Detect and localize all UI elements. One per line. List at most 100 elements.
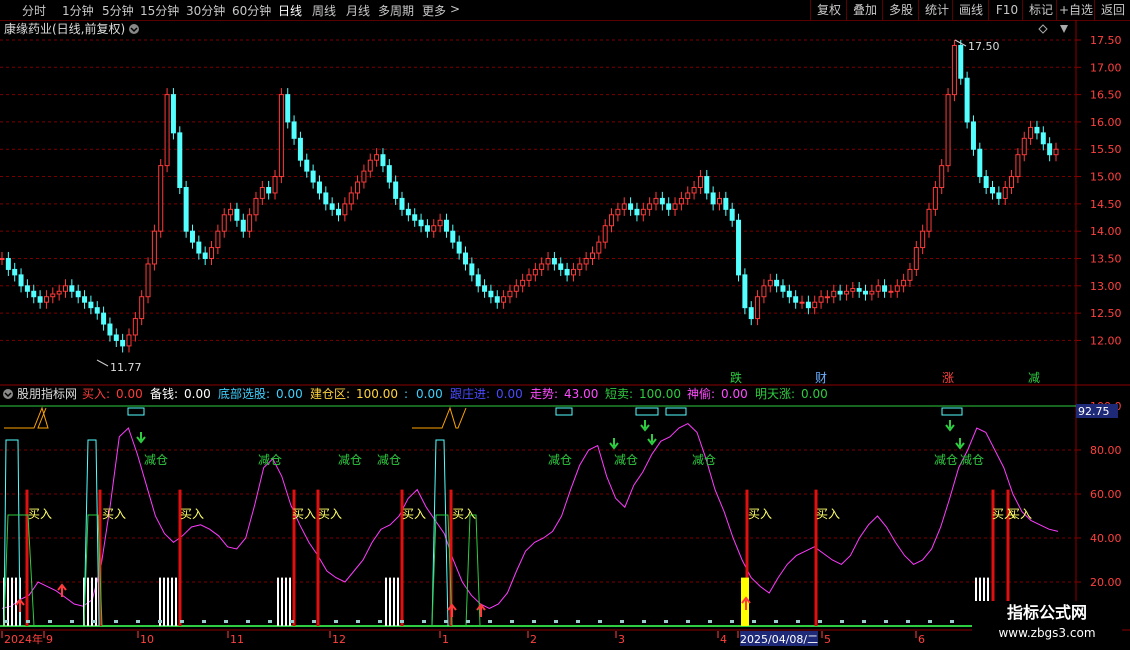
candle-body <box>920 230 926 249</box>
bottom-tick <box>224 620 228 623</box>
indicator-grid <box>0 449 1076 583</box>
candle-body <box>494 296 500 303</box>
chart-area: 买入 买入 买入 买入 买入 买入 买入 买入 买入 买入买入减仓 减仓 减仓 减仓 减仓 减仓 减仓 减仓 减仓… <box>0 20 1130 646</box>
indicator-param-value: 100.00 <box>639 387 681 401</box>
toolbar-button-8[interactable]: 返回 <box>1094 0 1130 20</box>
reduce-label: 减仓 <box>614 453 638 467</box>
bottom-tick <box>246 620 250 623</box>
top-marker-box <box>665 407 687 416</box>
candle-body <box>50 293 56 298</box>
toolbar-button-7[interactable]: +自选 <box>1056 0 1095 20</box>
candle-body <box>697 176 703 188</box>
candle-body <box>189 230 195 243</box>
candle-body <box>774 279 780 287</box>
buy-label: 买入 <box>1008 507 1032 521</box>
candle-body <box>602 225 608 243</box>
date-label: 4 <box>720 633 727 646</box>
reduce-label: 减仓 <box>144 453 168 467</box>
reduce-label: 减仓 <box>338 453 362 467</box>
indicator-param-value: 0.00 <box>416 387 443 401</box>
buy-label: 买入 <box>102 507 126 521</box>
candle-body <box>386 165 392 183</box>
price-tick-label: 16.50 <box>1090 89 1122 102</box>
price-tick-label: 15.50 <box>1090 143 1122 156</box>
toolbar-button-0[interactable]: 复权 <box>810 0 847 20</box>
candle-body <box>716 197 722 205</box>
reduce-label: 减仓 <box>258 453 282 467</box>
candle-body <box>367 159 373 172</box>
bottom-tick <box>180 620 184 623</box>
candle-body <box>482 285 488 292</box>
tab-timeframe-1[interactable]: 1分钟 <box>62 2 94 19</box>
tab-timeframe-0[interactable]: 分时 <box>22 2 46 19</box>
bottom-tick <box>334 620 338 623</box>
candle-body <box>56 290 62 295</box>
tab-timeframe-7[interactable]: 周线 <box>312 2 336 19</box>
candle-body <box>323 192 329 205</box>
candle-body <box>856 288 862 292</box>
candle-body <box>1021 137 1027 156</box>
event-marker-fall[interactable]: 跌 <box>730 370 742 385</box>
candle-body <box>456 241 462 254</box>
toolbar-button-3[interactable]: 统计 <box>918 0 955 20</box>
diamond-icon[interactable] <box>1038 24 1048 34</box>
buy-label: 买入 <box>28 507 52 521</box>
candle-body <box>564 268 570 276</box>
candle-body <box>939 165 945 188</box>
candle-body <box>863 290 869 295</box>
low-label-leader <box>96 359 109 367</box>
candle-body <box>1028 126 1034 139</box>
bottom-tick <box>664 620 668 623</box>
date-label: 2024年 <box>4 632 43 646</box>
candle-body <box>894 285 900 292</box>
tab-timeframe-4[interactable]: 30分钟 <box>186 2 225 19</box>
tab-timeframe-3[interactable]: 15分钟 <box>140 2 179 19</box>
candle-body <box>964 77 970 123</box>
toolbar-button-4[interactable]: 画线 <box>952 0 989 20</box>
price-axis: 17.50 17.00 16.50 16.00 15.50 15.00 14.50 14.00… <box>1076 34 1122 347</box>
date-label: 2025/04/08/二 <box>740 633 818 646</box>
indicator-param-label: 底部选股: <box>218 386 270 401</box>
event-marker-reduce[interactable]: 减 <box>1028 371 1040 385</box>
event-marker-rise[interactable]: 涨 <box>942 370 954 385</box>
candle-body <box>736 219 742 276</box>
tab-timeframe-8[interactable]: 月线 <box>346 2 370 19</box>
toolbar-button-2[interactable]: 多股 <box>882 0 919 20</box>
bottom-tick <box>620 620 624 623</box>
more-arrow-icon[interactable]: > <box>450 2 460 16</box>
candle-body <box>170 94 176 134</box>
tab-timeframe-2[interactable]: 5分钟 <box>102 2 134 19</box>
tab-timeframe-9[interactable]: 多周期 <box>378 2 414 19</box>
reduce-label: 减仓 <box>960 453 984 467</box>
bottom-tick <box>356 620 360 623</box>
toolbar-button-6[interactable]: 标记 <box>1022 0 1059 20</box>
chevron-down-icon[interactable] <box>3 389 13 399</box>
date-label: 11 <box>230 633 244 646</box>
event-marker-finance[interactable]: 财 <box>815 371 827 385</box>
candle-body <box>221 214 227 232</box>
tab-timeframe-6[interactable]: 日线 <box>278 2 302 19</box>
triangle-down-icon[interactable] <box>1060 25 1068 33</box>
candle-body <box>120 339 126 347</box>
indicator-param-value: 0.00 <box>116 387 143 401</box>
candle-body <box>520 279 526 287</box>
date-label: 1 <box>442 633 449 646</box>
candle-body <box>507 290 513 298</box>
date-label: 9 <box>46 633 53 646</box>
bottom-tick <box>466 620 470 623</box>
candle-body <box>183 186 189 232</box>
candle-body <box>748 307 754 320</box>
candle-body <box>951 44 957 96</box>
candle-body <box>463 252 469 265</box>
toolbar-button-5[interactable]: F10 <box>988 0 1025 20</box>
chevron-down-icon[interactable] <box>129 24 139 34</box>
sell-arrow-icon <box>609 438 619 450</box>
tab-timeframe-10[interactable]: 更多 <box>422 2 446 19</box>
reduce-label: 减仓 <box>548 453 572 467</box>
candle-body <box>761 285 767 298</box>
toolbar-button-1[interactable]: 叠加 <box>846 0 883 20</box>
stock-title: 康缘药业(日线,前复权) <box>4 21 125 36</box>
candle-body <box>291 121 297 139</box>
tab-timeframe-5[interactable]: 60分钟 <box>232 2 271 19</box>
candle-body <box>24 285 30 292</box>
